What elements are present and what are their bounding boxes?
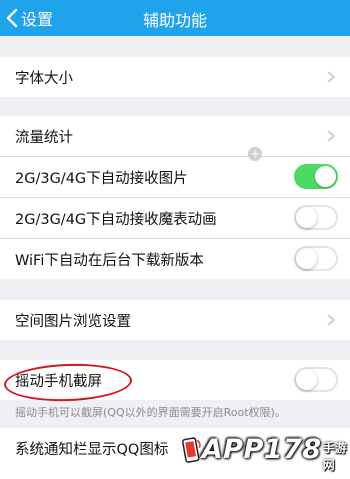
- shake-screenshot-footnote: 摇动手机可以截屏(QQ以外的界面需要开启Root权限)。: [15, 406, 286, 419]
- chevron-right-icon: [327, 130, 336, 142]
- settings-row-auto-receive-images: 2G/3G/4G下自动接收图片: [0, 157, 350, 198]
- navigation-bar: 设置 辅助功能: [0, 0, 350, 36]
- toggle-knob: [296, 207, 317, 228]
- toggle-knob: [296, 248, 317, 269]
- shake-screenshot-toggle[interactable]: [294, 367, 338, 392]
- toggle-knob: [315, 166, 336, 187]
- row-label: 系统通知栏显示QQ图标: [15, 441, 169, 458]
- watermark: APP178 手游网: [180, 420, 350, 479]
- watermark-subtext: 手游网: [322, 440, 347, 472]
- group-font: 字体大小: [0, 57, 350, 97]
- settings-row-traffic-stats[interactable]: 流量统计: [0, 116, 350, 157]
- phone-logo-icon: [182, 436, 201, 463]
- row-label: 流量统计: [15, 129, 73, 146]
- row-label: WiFi下自动在后台下载新版本: [15, 252, 204, 269]
- plus-icon: +: [248, 147, 262, 161]
- settings-row-wifi-background-download: WiFi下自动在后台下载新版本: [0, 239, 350, 279]
- auto-receive-animations-toggle[interactable]: [294, 205, 338, 230]
- row-label: 空间图片浏览设置: [15, 313, 131, 330]
- toggle-knob: [296, 369, 317, 390]
- page-title: 辅助功能: [142, 11, 207, 30]
- wifi-background-download-toggle[interactable]: [294, 246, 338, 271]
- watermark-text: APP178: [201, 434, 322, 465]
- settings-row-font-size[interactable]: 字体大小: [0, 57, 350, 97]
- chevron-right-icon: [327, 314, 336, 326]
- auto-receive-images-toggle[interactable]: [294, 164, 338, 189]
- row-label: 2G/3G/4G下自动接收图片: [15, 170, 188, 187]
- settings-row-auto-receive-animations: 2G/3G/4G下自动接收魔表动画: [0, 198, 350, 239]
- row-label: 2G/3G/4G下自动接收魔表动画: [15, 211, 217, 228]
- settings-row-space-photo-browse[interactable]: 空间图片浏览设置: [0, 300, 350, 340]
- row-label: 字体大小: [15, 70, 73, 87]
- group-data: 流量统计 2G/3G/4G下自动接收图片 2G/3G/4G下自动接收魔表动画 W…: [0, 116, 350, 279]
- chevron-right-icon: [327, 71, 336, 83]
- group-photo-browse: 空间图片浏览设置: [0, 300, 350, 340]
